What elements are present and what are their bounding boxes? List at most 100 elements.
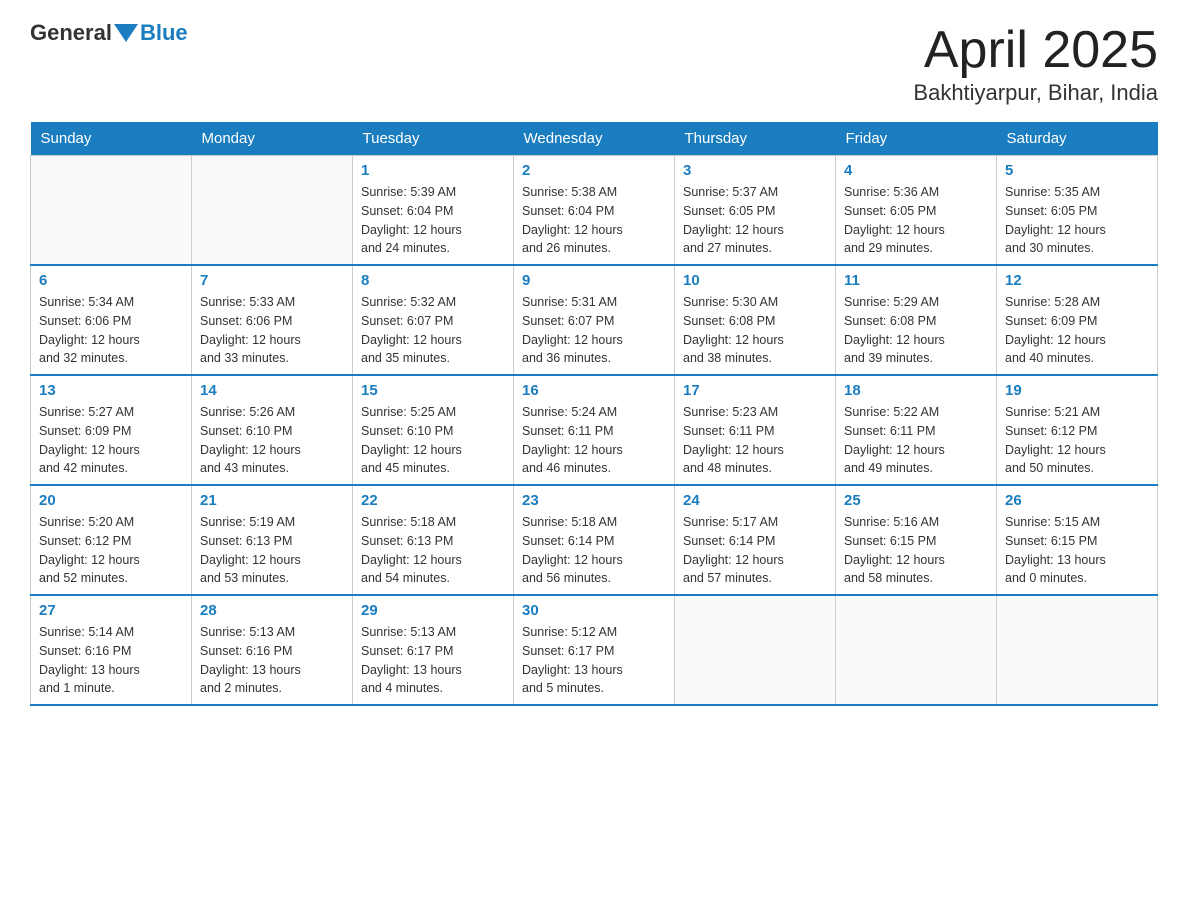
calendar-cell: 28 Sunrise: 5:13 AM Sunset: 6:16 PM Dayli… xyxy=(192,595,353,705)
day-info: Sunrise: 5:25 AM Sunset: 6:10 PM Dayligh… xyxy=(361,403,505,478)
logo: General Blue xyxy=(30,20,188,46)
day-info: Sunrise: 5:36 AM Sunset: 6:05 PM Dayligh… xyxy=(844,183,988,258)
day-number: 6 xyxy=(39,272,183,289)
day-number: 21 xyxy=(200,492,344,509)
weekday-header-thursday: Thursday xyxy=(675,122,836,156)
title-section: April 2025 Bakhtiyarpur, Bihar, India xyxy=(913,20,1158,106)
day-info: Sunrise: 5:24 AM Sunset: 6:11 PM Dayligh… xyxy=(522,403,666,478)
day-number: 8 xyxy=(361,272,505,289)
day-info: Sunrise: 5:39 AM Sunset: 6:04 PM Dayligh… xyxy=(361,183,505,258)
weekday-header-tuesday: Tuesday xyxy=(353,122,514,156)
day-number: 3 xyxy=(683,162,827,179)
calendar-cell: 19Sunrise: 5:21 AM Sunset: 6:12 PM Dayli… xyxy=(997,375,1158,485)
calendar-week-4: 20 Sunrise: 5:20 AM Sunset: 6:12 PM Dayli… xyxy=(31,485,1158,595)
day-info: Sunrise: 5:37 AM Sunset: 6:05 PM Dayligh… xyxy=(683,183,827,258)
calendar-cell xyxy=(192,156,353,266)
month-title: April 2025 xyxy=(913,20,1158,80)
day-info: Sunrise: 5:21 AM Sunset: 6:12 PM Dayligh… xyxy=(1005,403,1149,478)
day-info: Sunrise: 5:38 AM Sunset: 6:04 PM Dayligh… xyxy=(522,183,666,258)
weekday-header-monday: Monday xyxy=(192,122,353,156)
day-number: 5 xyxy=(1005,162,1149,179)
day-number: 23 xyxy=(522,492,666,509)
day-number: 26 xyxy=(1005,492,1149,509)
calendar-cell: 6Sunrise: 5:34 AM Sunset: 6:06 PM Daylig… xyxy=(31,265,192,375)
calendar-week-3: 13 Sunrise: 5:27 AM Sunset: 6:09 PM Dayli… xyxy=(31,375,1158,485)
calendar-cell: 14Sunrise: 5:26 AM Sunset: 6:10 PM Dayli… xyxy=(192,375,353,485)
day-info: Sunrise: 5:14 AM Sunset: 6:16 PM Dayligh… xyxy=(39,623,183,698)
calendar-cell: 13 Sunrise: 5:27 AM Sunset: 6:09 PM Dayli… xyxy=(31,375,192,485)
calendar-cell: 25Sunrise: 5:16 AM Sunset: 6:15 PM Dayli… xyxy=(836,485,997,595)
day-number: 10 xyxy=(683,272,827,289)
day-number: 4 xyxy=(844,162,988,179)
calendar-cell: 15 Sunrise: 5:25 AM Sunset: 6:10 PM Dayli… xyxy=(353,375,514,485)
calendar-cell: 24 Sunrise: 5:17 AM Sunset: 6:14 PM Dayli… xyxy=(675,485,836,595)
calendar-cell: 7 Sunrise: 5:33 AM Sunset: 6:06 PM Daylig… xyxy=(192,265,353,375)
calendar-cell: 29Sunrise: 5:13 AM Sunset: 6:17 PM Dayli… xyxy=(353,595,514,705)
calendar-cell: 27 Sunrise: 5:14 AM Sunset: 6:16 PM Dayli… xyxy=(31,595,192,705)
calendar-cell xyxy=(836,595,997,705)
day-info: Sunrise: 5:15 AM Sunset: 6:15 PM Dayligh… xyxy=(1005,513,1149,588)
day-info: Sunrise: 5:18 AM Sunset: 6:14 PM Dayligh… xyxy=(522,513,666,588)
day-info: Sunrise: 5:13 AM Sunset: 6:17 PM Dayligh… xyxy=(361,623,505,698)
day-info: Sunrise: 5:20 AM Sunset: 6:12 PM Dayligh… xyxy=(39,513,183,588)
logo-arrow-icon xyxy=(114,24,138,42)
weekday-header-wednesday: Wednesday xyxy=(514,122,675,156)
day-number: 12 xyxy=(1005,272,1149,289)
calendar-cell: 30Sunrise: 5:12 AM Sunset: 6:17 PM Dayli… xyxy=(514,595,675,705)
day-info: Sunrise: 5:30 AM Sunset: 6:08 PM Dayligh… xyxy=(683,293,827,368)
day-info: Sunrise: 5:13 AM Sunset: 6:16 PM Dayligh… xyxy=(200,623,344,698)
day-info: Sunrise: 5:17 AM Sunset: 6:14 PM Dayligh… xyxy=(683,513,827,588)
day-number: 7 xyxy=(200,272,344,289)
calendar-cell: 18 Sunrise: 5:22 AM Sunset: 6:11 PM Dayli… xyxy=(836,375,997,485)
calendar-cell: 4 Sunrise: 5:36 AM Sunset: 6:05 PM Daylig… xyxy=(836,156,997,266)
day-number: 20 xyxy=(39,492,183,509)
calendar-cell: 26 Sunrise: 5:15 AM Sunset: 6:15 PM Dayli… xyxy=(997,485,1158,595)
day-number: 2 xyxy=(522,162,666,179)
day-info: Sunrise: 5:19 AM Sunset: 6:13 PM Dayligh… xyxy=(200,513,344,588)
day-number: 15 xyxy=(361,382,505,399)
day-number: 18 xyxy=(844,382,988,399)
calendar-cell: 17Sunrise: 5:23 AM Sunset: 6:11 PM Dayli… xyxy=(675,375,836,485)
calendar-cell: 21 Sunrise: 5:19 AM Sunset: 6:13 PM Dayli… xyxy=(192,485,353,595)
calendar-cell: 16Sunrise: 5:24 AM Sunset: 6:11 PM Dayli… xyxy=(514,375,675,485)
calendar-table: SundayMondayTuesdayWednesdayThursdayFrid… xyxy=(30,122,1158,706)
day-number: 11 xyxy=(844,272,988,289)
calendar-week-1: 1 Sunrise: 5:39 AM Sunset: 6:04 PM Daylig… xyxy=(31,156,1158,266)
day-number: 9 xyxy=(522,272,666,289)
day-number: 1 xyxy=(361,162,505,179)
calendar-body: 1 Sunrise: 5:39 AM Sunset: 6:04 PM Daylig… xyxy=(31,156,1158,706)
calendar-cell: 11 Sunrise: 5:29 AM Sunset: 6:08 PM Dayli… xyxy=(836,265,997,375)
calendar-cell: 20 Sunrise: 5:20 AM Sunset: 6:12 PM Dayli… xyxy=(31,485,192,595)
day-info: Sunrise: 5:31 AM Sunset: 6:07 PM Dayligh… xyxy=(522,293,666,368)
page-header: General Blue April 2025 Bakhtiyarpur, Bi… xyxy=(30,20,1158,106)
day-info: Sunrise: 5:32 AM Sunset: 6:07 PM Dayligh… xyxy=(361,293,505,368)
calendar-cell xyxy=(31,156,192,266)
day-info: Sunrise: 5:12 AM Sunset: 6:17 PM Dayligh… xyxy=(522,623,666,698)
day-number: 27 xyxy=(39,602,183,619)
day-info: Sunrise: 5:18 AM Sunset: 6:13 PM Dayligh… xyxy=(361,513,505,588)
weekday-header-sunday: Sunday xyxy=(31,122,192,156)
day-number: 17 xyxy=(683,382,827,399)
day-info: Sunrise: 5:16 AM Sunset: 6:15 PM Dayligh… xyxy=(844,513,988,588)
calendar-header: SundayMondayTuesdayWednesdayThursdayFrid… xyxy=(31,122,1158,156)
logo-blue-text: Blue xyxy=(140,20,188,46)
day-number: 24 xyxy=(683,492,827,509)
day-info: Sunrise: 5:35 AM Sunset: 6:05 PM Dayligh… xyxy=(1005,183,1149,258)
day-info: Sunrise: 5:22 AM Sunset: 6:11 PM Dayligh… xyxy=(844,403,988,478)
calendar-cell: 12 Sunrise: 5:28 AM Sunset: 6:09 PM Dayli… xyxy=(997,265,1158,375)
weekday-header-friday: Friday xyxy=(836,122,997,156)
day-number: 13 xyxy=(39,382,183,399)
day-number: 28 xyxy=(200,602,344,619)
calendar-cell: 2 Sunrise: 5:38 AM Sunset: 6:04 PM Daylig… xyxy=(514,156,675,266)
day-info: Sunrise: 5:27 AM Sunset: 6:09 PM Dayligh… xyxy=(39,403,183,478)
day-info: Sunrise: 5:33 AM Sunset: 6:06 PM Dayligh… xyxy=(200,293,344,368)
location-subtitle: Bakhtiyarpur, Bihar, India xyxy=(913,80,1158,106)
day-info: Sunrise: 5:29 AM Sunset: 6:08 PM Dayligh… xyxy=(844,293,988,368)
weekday-row: SundayMondayTuesdayWednesdayThursdayFrid… xyxy=(31,122,1158,156)
calendar-week-5: 27 Sunrise: 5:14 AM Sunset: 6:16 PM Dayli… xyxy=(31,595,1158,705)
calendar-cell: 3 Sunrise: 5:37 AM Sunset: 6:05 PM Daylig… xyxy=(675,156,836,266)
calendar-cell: 22Sunrise: 5:18 AM Sunset: 6:13 PM Dayli… xyxy=(353,485,514,595)
weekday-header-saturday: Saturday xyxy=(997,122,1158,156)
day-info: Sunrise: 5:28 AM Sunset: 6:09 PM Dayligh… xyxy=(1005,293,1149,368)
calendar-cell: 1 Sunrise: 5:39 AM Sunset: 6:04 PM Daylig… xyxy=(353,156,514,266)
